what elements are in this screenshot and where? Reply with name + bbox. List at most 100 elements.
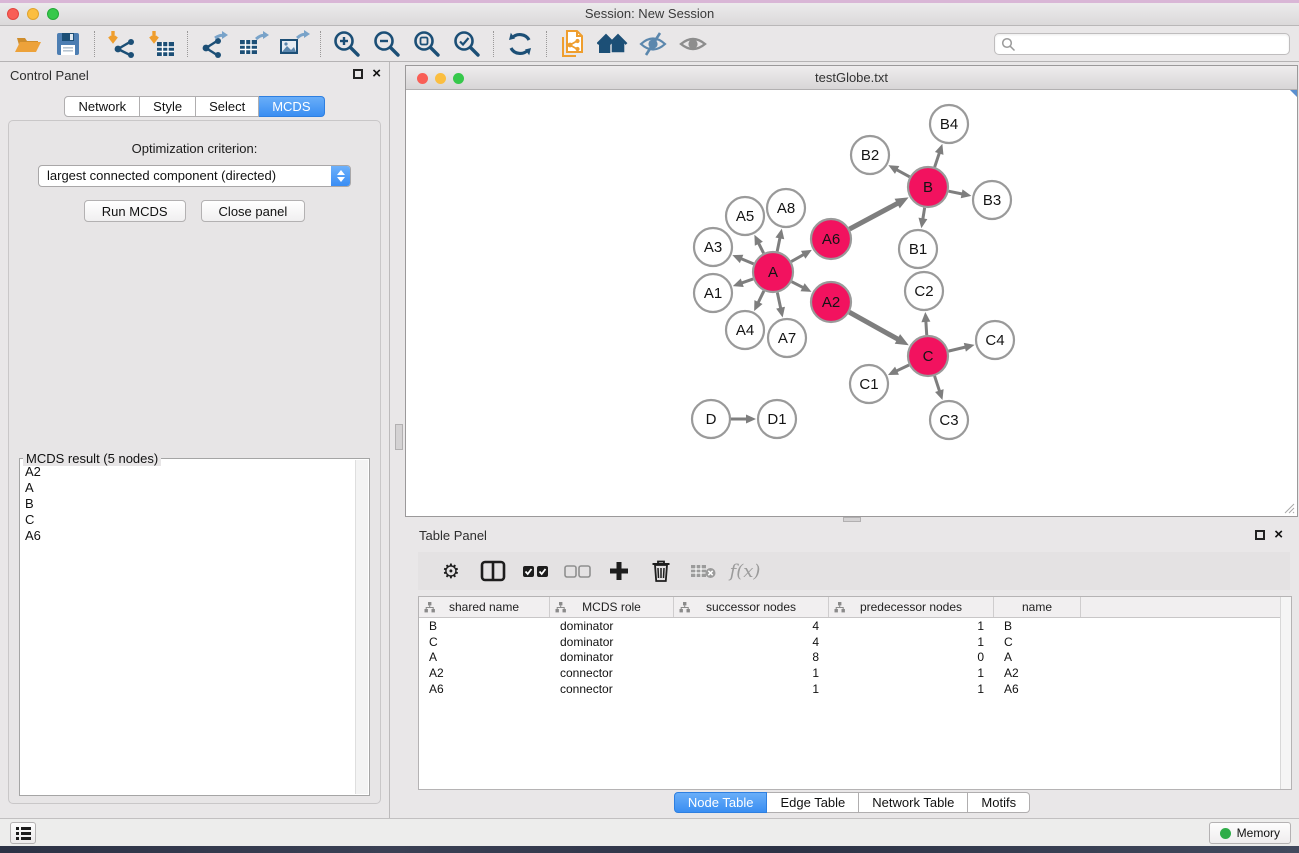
edge-B-B4[interactable]: [935, 152, 940, 168]
graph-node-label: A1: [704, 285, 722, 302]
table-row[interactable]: Adominator80A: [419, 649, 1291, 665]
column-header-predecessor-nodes[interactable]: predecessor nodes: [829, 597, 994, 617]
edge-B-B2[interactable]: [895, 169, 909, 177]
tab-network[interactable]: Network: [64, 96, 140, 117]
search-box: [994, 33, 1290, 55]
network-overview-button[interactable]: [593, 28, 633, 60]
table-row[interactable]: A6connector11A6: [419, 681, 1291, 697]
edge-A-A1[interactable]: [740, 279, 753, 283]
table-scrollbar[interactable]: [1280, 597, 1291, 789]
show-all-button[interactable]: [673, 28, 713, 60]
edge-A-A4[interactable]: [758, 291, 764, 304]
table-row[interactable]: Cdominator41C: [419, 634, 1291, 650]
work-area: testGlobe.txt AA1A2A3A4A5A6A7A8BB1B2B3B4…: [391, 62, 1299, 818]
desktop-wallpaper-bottom: [0, 846, 1299, 853]
edge-A6-B[interactable]: [850, 202, 900, 229]
export-network-button[interactable]: [194, 28, 234, 60]
graph-node-label: A3: [704, 239, 722, 256]
tab-style[interactable]: Style: [140, 96, 196, 117]
run-mcds-button[interactable]: Run MCDS: [84, 200, 186, 222]
float-table-panel-button[interactable]: [1255, 530, 1265, 540]
table-row[interactable]: Bdominator41B: [419, 618, 1291, 634]
graph-node-label: B: [923, 179, 933, 196]
criterion-select[interactable]: largest connected component (directed): [38, 165, 351, 187]
edge-C-C1[interactable]: [895, 365, 909, 372]
table-cell: 1: [829, 635, 994, 649]
mcds-result-item[interactable]: A6: [21, 528, 355, 544]
tab-select[interactable]: Select: [196, 96, 259, 117]
zoom-out-button[interactable]: [367, 28, 407, 60]
mcds-result-item[interactable]: A: [21, 480, 355, 496]
search-input[interactable]: [1016, 37, 1283, 52]
column-header-name[interactable]: name: [994, 597, 1081, 617]
network-canvas[interactable]: AA1A2A3A4A5A6A7A8BB1B2B3B4CC1C2C3C4DD1: [406, 90, 1297, 516]
zoom-fit-button[interactable]: [407, 28, 447, 60]
close-table-panel-button[interactable]: ×: [1274, 530, 1283, 540]
export-table-button[interactable]: [234, 28, 274, 60]
new-network-from-selection-button[interactable]: [553, 28, 593, 60]
table-settings-button[interactable]: ⚙: [430, 554, 472, 588]
tab-node-table[interactable]: Node Table: [674, 792, 768, 813]
edge-A2-C[interactable]: [849, 312, 899, 340]
float-panel-button[interactable]: [353, 69, 363, 79]
hide-selected-button[interactable]: [633, 28, 673, 60]
network-minimize-button[interactable]: [435, 73, 446, 84]
edge-A-A8[interactable]: [777, 236, 780, 251]
zoom-selected-button[interactable]: [447, 28, 487, 60]
network-close-button[interactable]: [417, 73, 428, 84]
export-image-button[interactable]: [274, 28, 314, 60]
delete-columns-button[interactable]: [640, 554, 682, 588]
table-cell: connector: [550, 666, 674, 680]
edge-B-B3[interactable]: [949, 191, 964, 194]
edge-A-A7[interactable]: [777, 293, 781, 310]
mcds-result-item[interactable]: C: [21, 512, 355, 528]
zoom-out-icon: [373, 30, 401, 58]
close-window-button[interactable]: [7, 8, 19, 20]
select-all-columns-button[interactable]: [514, 554, 556, 588]
mcds-result-item[interactable]: B: [21, 496, 355, 512]
toggle-column-view-button[interactable]: [472, 554, 514, 588]
memory-label: Memory: [1237, 826, 1280, 840]
close-panel-button[interactable]: Close panel: [201, 200, 306, 222]
open-file-button[interactable]: [8, 28, 48, 60]
apply-layout-button[interactable]: [500, 28, 540, 60]
column-header-shared-name[interactable]: shared name: [419, 597, 550, 617]
toolbar-separator: [493, 31, 494, 57]
graph-node-label: A2: [822, 294, 840, 311]
tab-motifs[interactable]: Motifs: [968, 792, 1030, 813]
edge-A-A6[interactable]: [791, 254, 805, 262]
tab-network-table[interactable]: Network Table: [859, 792, 968, 813]
tab-mcds[interactable]: MCDS: [259, 96, 324, 117]
mcds-result-item[interactable]: A2: [21, 464, 355, 480]
add-column-button[interactable]: [598, 554, 640, 588]
column-header-successor-nodes[interactable]: successor nodes: [674, 597, 829, 617]
save-session-button[interactable]: [48, 28, 88, 60]
zoom-window-button[interactable]: [47, 8, 59, 20]
table-cell: 8: [674, 650, 829, 664]
edge-C-C4[interactable]: [948, 347, 966, 351]
show-task-history-button[interactable]: [10, 822, 36, 844]
edge-C-C2[interactable]: [926, 320, 927, 335]
network-zoom-button[interactable]: [453, 73, 464, 84]
import-network-button[interactable]: [101, 28, 141, 60]
delete-table-button[interactable]: [682, 554, 724, 588]
edge-A-A3[interactable]: [740, 258, 754, 264]
import-table-button[interactable]: [141, 28, 181, 60]
minimize-window-button[interactable]: [27, 8, 39, 20]
edge-C-C3[interactable]: [935, 376, 940, 392]
tab-edge-table[interactable]: Edge Table: [767, 792, 859, 813]
function-builder-button[interactable]: f(x): [724, 554, 766, 588]
memory-button[interactable]: Memory: [1209, 822, 1291, 844]
close-panel-icon-button[interactable]: ×: [372, 69, 381, 79]
table-row[interactable]: A2connector11A2: [419, 665, 1291, 681]
mcds-list-scrollbar[interactable]: [355, 460, 368, 794]
edge-A-A2[interactable]: [792, 282, 805, 289]
network-graph[interactable]: AA1A2A3A4A5A6A7A8BB1B2B3B4CC1C2C3C4DD1: [406, 90, 1298, 516]
zoom-in-button[interactable]: [327, 28, 367, 60]
resize-grip-icon[interactable]: [1283, 502, 1295, 514]
table-cell: 1: [674, 666, 829, 680]
column-header-MCDS-role[interactable]: MCDS role: [550, 597, 674, 617]
deselect-all-columns-button[interactable]: [556, 554, 598, 588]
network-window-title: testGlobe.txt: [406, 66, 1297, 89]
split-pane-grip[interactable]: [395, 424, 403, 450]
